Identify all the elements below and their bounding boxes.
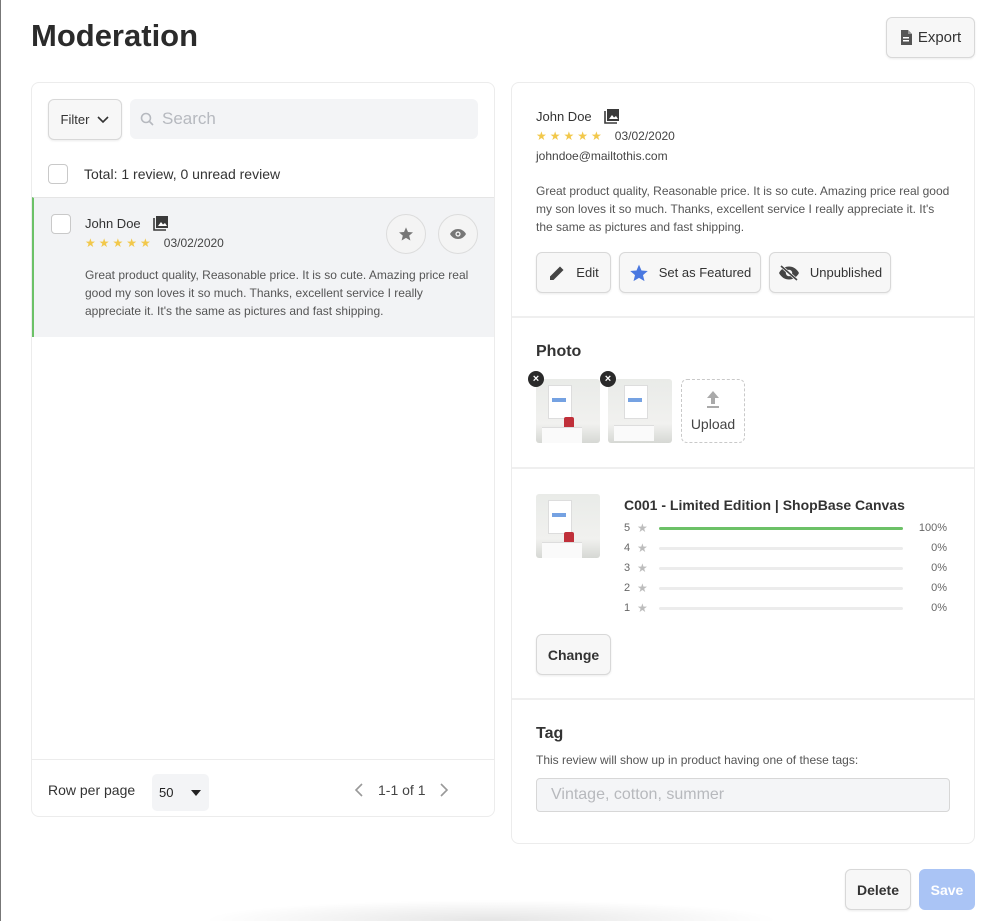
upload-icon [707, 391, 719, 408]
feature-star-button[interactable] [386, 214, 426, 254]
divider [512, 316, 974, 318]
product-name: C001 - Limited Edition | ShopBase Canvas [624, 497, 905, 513]
caret-down-icon [191, 790, 201, 796]
rating-row-3: 3 ★ 0% [624, 561, 947, 575]
page-info: 1-1 of 1 [378, 782, 426, 798]
rows-per-page-select[interactable]: 50 [152, 774, 209, 811]
view-button[interactable] [438, 214, 478, 254]
review-text: Great product quality, Reasonable price.… [85, 268, 469, 318]
detail-rating-stars: ★★★★★ [536, 129, 605, 143]
detail-reviewer-name: John Doe [536, 108, 592, 124]
star-icon: ★ [637, 521, 648, 535]
search-icon [140, 112, 154, 126]
chevron-right-icon[interactable] [439, 783, 449, 797]
save-label: Save [930, 881, 964, 898]
tag-input[interactable] [536, 778, 950, 812]
rating-row-1: 1 ★ 0% [624, 601, 947, 615]
rows-per-page-value: 50 [159, 785, 174, 800]
photo-section-title: Photo [536, 343, 582, 360]
rating-row-5: 5 ★ 100% [624, 521, 947, 535]
review-list-item[interactable]: John Doe ★★★★★ 03/02/2020 Great product … [32, 197, 494, 337]
detail-review-text: Great product quality, Reasonable price.… [536, 184, 950, 234]
export-label: Export [917, 29, 962, 46]
set-featured-button[interactable]: Set as Featured [619, 252, 761, 293]
pagination-footer: Row per page 50 1-1 of 1 [32, 759, 494, 817]
change-product-button[interactable]: Change [536, 634, 611, 675]
rating-bar-fill [659, 526, 903, 530]
product-thumbnail [536, 494, 600, 558]
review-date: 03/02/2020 [163, 236, 224, 250]
review-list-panel: Filter Total: 1 review, 0 unread review … [31, 82, 495, 817]
star-icon: ★ [637, 561, 648, 575]
delete-label: Delete [856, 881, 900, 898]
file-export-icon [900, 30, 912, 45]
star-icon [399, 227, 413, 241]
upload-label: Upload [690, 416, 736, 432]
pencil-icon [550, 266, 564, 280]
total-row: Total: 1 review, 0 unread review [48, 164, 280, 184]
tag-description: This review will show up in product havi… [536, 753, 859, 767]
detail-review-date: 03/02/2020 [614, 129, 675, 143]
unpublished-label: Unpublished [809, 265, 883, 280]
review-photo-thumbnail[interactable] [536, 379, 600, 443]
review-checkbox[interactable] [51, 214, 71, 234]
set-featured-label: Set as Featured [658, 265, 752, 280]
star-icon [630, 264, 648, 281]
eye-icon [450, 229, 466, 239]
divider [512, 698, 974, 700]
search-box [130, 99, 478, 139]
photo-gallery-icon [603, 109, 619, 124]
page-title: Moderation [31, 18, 199, 53]
divider [512, 467, 974, 469]
review-detail-panel: John Doe ★★★★★ 03/02/2020 johndoe@mailto… [511, 82, 975, 844]
save-button[interactable]: Save [919, 869, 975, 910]
review-photo-thumbnail[interactable] [608, 379, 672, 443]
edit-label: Edit [576, 265, 599, 280]
upload-photo-button[interactable]: Upload [681, 379, 745, 443]
select-all-checkbox[interactable] [48, 164, 68, 184]
total-text: Total: 1 review, 0 unread review [84, 166, 281, 182]
delete-button[interactable]: Delete [845, 869, 911, 910]
reviewer-email: johndoe@mailtothis.com [536, 149, 668, 163]
rating-row-4: 4 ★ 0% [624, 541, 947, 555]
star-icon: ★ [637, 601, 648, 615]
rating-stars: ★★★★★ [85, 236, 154, 250]
search-input[interactable] [162, 109, 462, 129]
star-icon: ★ [637, 541, 648, 555]
export-button[interactable]: Export [886, 17, 975, 58]
unpublished-button[interactable]: Unpublished [769, 252, 891, 293]
rows-per-page-label: Row per page [48, 782, 136, 798]
remove-photo-icon[interactable]: × [528, 371, 544, 387]
pager: 1-1 of 1 [354, 782, 449, 798]
chevron-left-icon[interactable] [354, 783, 364, 797]
bottom-shadow [201, 900, 781, 921]
rating-row-2: 2 ★ 0% [624, 581, 947, 595]
remove-photo-icon[interactable]: × [600, 371, 616, 387]
star-icon: ★ [637, 581, 648, 595]
photo-gallery-icon [152, 216, 168, 231]
change-label: Change [547, 646, 600, 663]
edit-button[interactable]: Edit [536, 252, 611, 293]
filter-label: Filter [60, 112, 90, 127]
reviewer-name: John Doe [85, 215, 141, 231]
tag-section-title: Tag [536, 725, 564, 742]
chevron-down-icon [97, 115, 110, 123]
filter-button[interactable]: Filter [48, 99, 122, 140]
eye-off-icon [778, 264, 799, 281]
